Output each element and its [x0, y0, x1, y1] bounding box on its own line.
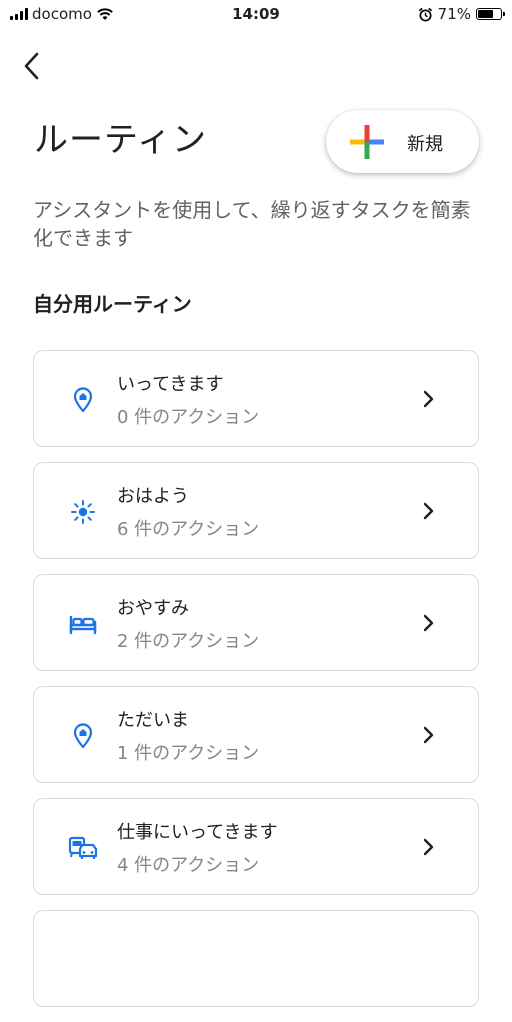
- back-button[interactable]: [14, 48, 50, 84]
- routine-name: 仕事にいってきます: [117, 822, 278, 843]
- routine-item-oyasumi[interactable]: おやすみ 2 件のアクション: [33, 574, 479, 671]
- chevron-right-icon: [423, 838, 434, 856]
- routine-name: ただいま: [117, 710, 189, 731]
- routine-name: おやすみ: [117, 598, 189, 619]
- chevron-right-icon: [423, 502, 434, 520]
- routine-item-tadaima[interactable]: ただいま 1 件のアクション: [33, 686, 479, 783]
- plus-icon: [350, 125, 384, 159]
- chevron-right-icon: [423, 726, 434, 744]
- routine-item-ittekimasu[interactable]: いってきます 0 件のアクション: [33, 350, 479, 447]
- routine-action-count: 1 件のアクション: [117, 743, 260, 764]
- section-title: 自分用ルーティン: [33, 292, 192, 316]
- chevron-right-icon: [423, 614, 434, 632]
- location-home-icon: [73, 387, 93, 413]
- status-bar: docomo 14:09 71%: [0, 0, 512, 30]
- alarm-icon: [418, 7, 432, 21]
- new-routine-button[interactable]: 新規: [326, 110, 479, 173]
- page-description: アシスタントを使用して、繰り返すタスクを簡素化できます: [33, 198, 471, 250]
- bed-icon: [69, 615, 97, 635]
- battery-icon: [476, 8, 505, 20]
- routine-action-count: 6 件のアクション: [117, 519, 260, 540]
- chevron-right-icon: [423, 390, 434, 408]
- routine-name: いってきます: [117, 374, 224, 395]
- sun-icon: [71, 500, 95, 524]
- battery-fill: [478, 10, 494, 18]
- new-button-label: 新規: [407, 134, 443, 155]
- routine-action-count: 2 件のアクション: [117, 631, 260, 652]
- routine-item-shigoto[interactable]: 仕事にいってきます 4 件のアクション: [33, 798, 479, 895]
- battery-percent: 71%: [437, 5, 471, 23]
- routine-name: おはよう: [117, 486, 189, 507]
- back-arrow-icon: [24, 52, 39, 80]
- location-home-icon: [73, 723, 93, 749]
- status-right: 71%: [418, 5, 505, 23]
- routine-action-count: 4 件のアクション: [117, 855, 260, 876]
- routine-item-partial[interactable]: [33, 910, 479, 1007]
- page-title: ルーティン: [34, 120, 207, 160]
- routine-item-ohayou[interactable]: おはよう 6 件のアクション: [33, 462, 479, 559]
- commute-icon: [68, 836, 98, 859]
- routine-action-count: 0 件のアクション: [117, 407, 260, 428]
- routine-list: いってきます 0 件のアクション おはよう 6 件のアクション おやすみ 2 件…: [33, 350, 479, 1022]
